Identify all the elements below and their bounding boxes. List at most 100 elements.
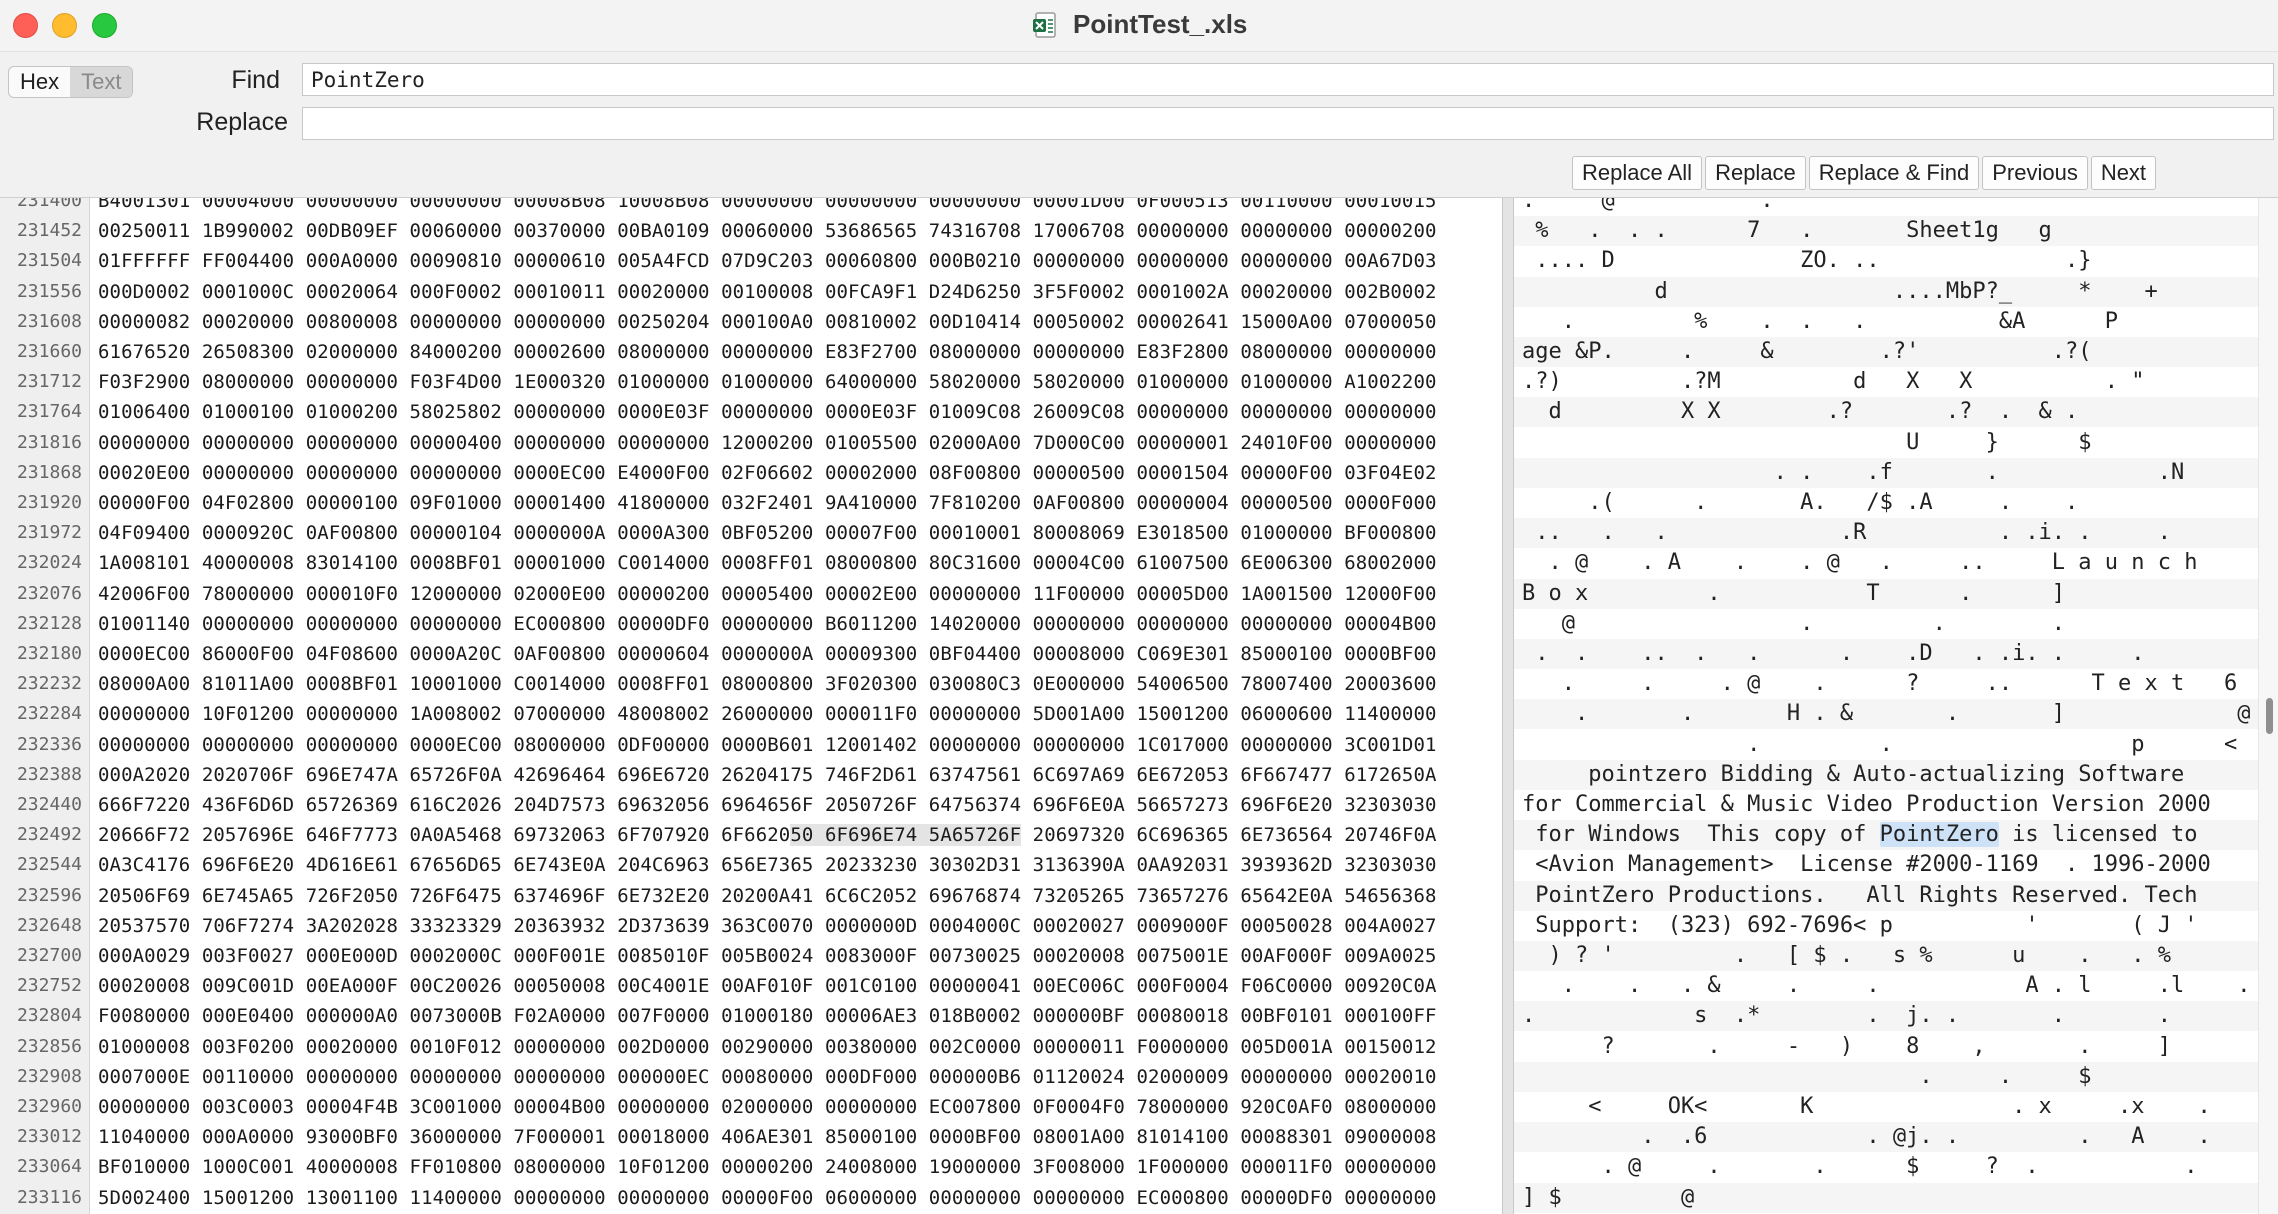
- hex-row[interactable]: 0007000E 00110000 00000000 00000000 0000…: [98, 1062, 1498, 1092]
- text-row[interactable]: . . p <: [1522, 730, 2258, 760]
- hex-row[interactable]: 00000000 003C0003 00004F4B 3C001000 0000…: [98, 1092, 1498, 1122]
- hex-row[interactable]: 42006F00 78000000 000010F0 12000000 0200…: [98, 579, 1498, 609]
- text-row[interactable]: . % . . . &A P: [1522, 307, 2258, 337]
- hex-row[interactable]: 01001140 00000000 00000000 00000000 EC00…: [98, 609, 1498, 639]
- text-row[interactable]: age &P. . & .?' .?(: [1514, 337, 2258, 367]
- hex-row[interactable]: 00000000 10F01200 00000000 1A008002 0700…: [98, 699, 1498, 729]
- hex-row[interactable]: 00000000 00000000 00000000 00000400 0000…: [98, 428, 1498, 458]
- hex-editor-content: 231400 231452 231504 231556 231608 231660 2317…: [0, 198, 2278, 1214]
- search-match-highlight: PointZero: [1879, 822, 1999, 848]
- text-row[interactable]: . . .. . . . .D . .i. . .: [1514, 639, 2258, 669]
- find-input[interactable]: [302, 63, 2274, 96]
- offset-cell: 232908: [16, 1065, 82, 1087]
- replace-and-find-button[interactable]: Replace & Find: [1808, 156, 1980, 190]
- offset-cell: 232804: [16, 1005, 82, 1027]
- hex-row[interactable]: F0080000 000E0400 000000A0 0073000B F02A…: [98, 1001, 1498, 1031]
- text-row[interactable]: .( . A. /$ .A . .: [1522, 488, 2258, 518]
- offset-cell: 231712: [16, 371, 82, 393]
- text-row[interactable]: Support: (323) 692-7696< p ' ( J ': [1522, 911, 2258, 941]
- offset-cell: 231868: [16, 461, 82, 483]
- offset-cell: 232180: [16, 643, 82, 664]
- pane-divider[interactable]: [1502, 198, 1514, 1214]
- text-row[interactable]: for Commercial & Music Video Production …: [1522, 790, 2258, 820]
- text-row[interactable]: .?) .?M d X X . ": [1522, 367, 2258, 397]
- hex-row[interactable]: 00000000 00000000 00000000 0000EC00 0800…: [98, 730, 1498, 760]
- hex-row[interactable]: F03F2900 08000000 00000000 F03F4D00 1E00…: [98, 367, 1498, 397]
- hex-row[interactable]: 20537570 706F7274 3A202028 33323329 2036…: [98, 911, 1498, 941]
- text-row[interactable]: ] $ @: [1514, 1182, 2258, 1213]
- hex-row[interactable]: 61676520 26508300 02000000 84000200 0000…: [98, 337, 1498, 367]
- hex-row[interactable]: 00000F00 04F02800 00000100 09F01000 0000…: [98, 488, 1498, 518]
- offset-cell: 232388: [16, 763, 82, 785]
- hex-mode-option[interactable]: Hex: [9, 67, 70, 97]
- text-row[interactable]: . . H . & . ] @: [1514, 699, 2258, 730]
- text-row[interactable]: B o x . T . ]: [1514, 578, 2258, 609]
- hex-row[interactable]: BF010000 1000C001 40000008 FF010800 0800…: [98, 1152, 1498, 1182]
- text-row[interactable]: . @ .: [1522, 198, 2258, 216]
- offset-cell: 231400: [16, 198, 82, 211]
- offset-cell: 232284: [16, 703, 82, 725]
- offset-cell: 232024: [16, 552, 82, 574]
- offset-cell: 232440: [16, 794, 82, 815]
- text-mode-option[interactable]: Text: [70, 67, 133, 97]
- excel-document-icon: [1032, 11, 1056, 38]
- scrollbar-thumb[interactable]: [2266, 698, 2273, 734]
- hex-row[interactable]: 1A008101 40000008 83014100 0008BF01 0000…: [98, 548, 1498, 578]
- text-pane[interactable]: . @ . % . . . 7 . Sheet1g g .... D ZO. .…: [1514, 198, 2278, 1214]
- text-row[interactable]: < OK< K . x .x .: [1522, 1092, 2258, 1122]
- offset-cell: 232856: [16, 1035, 82, 1057]
- replace-button[interactable]: Replace: [1705, 156, 1806, 190]
- hex-match-highlight: 50 6F696E74 5A65726F: [790, 824, 1022, 847]
- vertical-scrollbar[interactable]: [2258, 198, 2278, 1214]
- hex-row[interactable]: 11040000 000A0000 93000BF0 36000000 7F00…: [98, 1122, 1498, 1152]
- text-row[interactable]: PointZero Productions. All Rights Reserv…: [1514, 880, 2258, 911]
- replace-all-button[interactable]: Replace All: [1572, 156, 1703, 190]
- text-row[interactable]: . .6 . @j. . . A .: [1514, 1122, 2258, 1153]
- hex-row[interactable]: 00250011 1B990002 00DB09EF 00060000 0037…: [98, 216, 1498, 246]
- hex-row[interactable]: 08000A00 81011A00 0008BF01 10001000 C001…: [98, 669, 1498, 699]
- text-row[interactable]: .. . . .R . .i. . .: [1514, 518, 2258, 549]
- hex-row[interactable]: 666F7220 436F6D6D 65726369 616C2026 204D…: [98, 790, 1498, 820]
- hex-pane[interactable]: B4001301 00004000 00000000 00000000 0000…: [90, 198, 1502, 1214]
- offset-cell: 233012: [16, 1126, 82, 1148]
- offset-cell: 231972: [16, 522, 82, 544]
- hex-row[interactable]: 00000082 00020000 00800008 00000000 0000…: [98, 307, 1498, 337]
- hex-row[interactable]: 20506F69 6E745A65 726F2050 726F6475 6374…: [98, 881, 1498, 911]
- hex-row[interactable]: 01006400 01000100 01000200 58025802 0000…: [98, 397, 1498, 427]
- text-row[interactable]: ) ? ' . [ $ . s % u . . %: [1514, 941, 2258, 971]
- hex-row[interactable]: 01000008 003F0200 00020000 0010F012 0000…: [98, 1032, 1498, 1062]
- text-row[interactable]: . @ . . $ ? . .: [1522, 1152, 2258, 1182]
- text-row[interactable]: . @ . A . . @ . .. L a u n c h: [1522, 548, 2258, 578]
- text-row[interactable]: % . . . 7 . Sheet1g g: [1514, 216, 2258, 247]
- hex-row[interactable]: 5D002400 15001200 13001100 11400000 0000…: [98, 1183, 1498, 1213]
- hex-row[interactable]: 20666F72 2057696E 646F7773 0A0A5468 6973…: [98, 820, 1498, 850]
- hex-row[interactable]: 0A3C4176 696F6E20 4D616E61 67656D65 6E74…: [98, 850, 1498, 880]
- hex-row[interactable]: 00020E00 00000000 00000000 00000000 0000…: [98, 458, 1498, 488]
- hex-row[interactable]: 04F09400 0000920C 0AF00800 00000104 0000…: [98, 518, 1498, 548]
- text-row[interactable]: ? . - ) 8 , . ]: [1522, 1032, 2258, 1062]
- hex-row[interactable]: 000A2020 2020706F 696E747A 65726F0A 4269…: [98, 760, 1498, 790]
- replace-input[interactable]: [302, 107, 2274, 140]
- hex-row[interactable]: 00020008 009C001D 00EA000F 00C20026 0005…: [98, 971, 1498, 1001]
- text-row[interactable]: . . $: [1514, 1061, 2258, 1092]
- text-row[interactable]: d X X .? .? . & .: [1514, 397, 2258, 428]
- text-row[interactable]: d ....MbP?_ * +: [1514, 276, 2258, 307]
- text-row[interactable]: . . .f . .N: [1514, 457, 2258, 488]
- text-row[interactable]: . s .* . j. . . .: [1514, 1001, 2258, 1032]
- next-button[interactable]: Next: [2090, 156, 2157, 190]
- text-row[interactable]: <Avion Management> License #2000-1169 . …: [1522, 850, 2258, 880]
- hex-row[interactable]: 000D0002 0001000C 00020064 000F0002 0001…: [98, 277, 1498, 307]
- text-row[interactable]: pointzero Bidding & Auto-actualizing Sof…: [1514, 759, 2258, 790]
- previous-button[interactable]: Previous: [1982, 156, 2088, 190]
- hex-row[interactable]: 01FFFFFF FF004400 000A0000 00090810 0000…: [98, 246, 1498, 276]
- text-row[interactable]: U } $: [1522, 428, 2258, 458]
- text-row[interactable]: for Windows This copy of PointZero is li…: [1514, 820, 2258, 851]
- text-row[interactable]: . . . & . . A . l .l .: [1522, 971, 2258, 1001]
- text-row[interactable]: . . . @ . ? .. T e x t 6: [1522, 669, 2258, 699]
- text-row[interactable]: .... D ZO. .. .}: [1522, 246, 2258, 276]
- hex-row[interactable]: 0000EC00 86000F00 04F08600 0000A20C 0AF0…: [98, 639, 1498, 669]
- text-row[interactable]: @ . . . K: [1522, 609, 2278, 639]
- hex-row[interactable]: B4001301 00004000 00000000 00000000 0000…: [98, 198, 1498, 216]
- offset-cell: 231452: [16, 220, 82, 242]
- hex-row[interactable]: 000A0029 003F0027 000E000D 0002000C 000F…: [98, 941, 1498, 971]
